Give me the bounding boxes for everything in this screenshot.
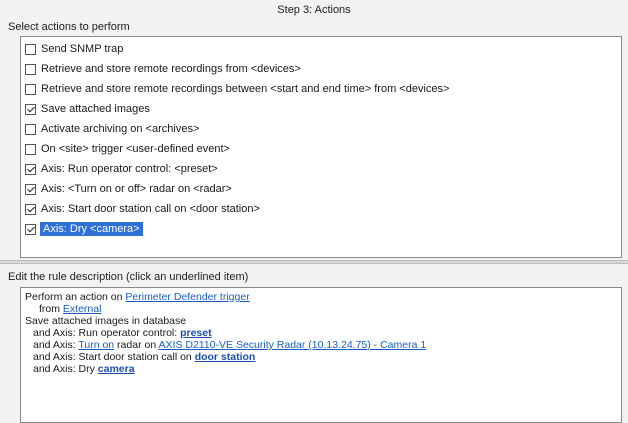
source-link[interactable]: External xyxy=(63,303,102,315)
action-label: On <site> trigger <user-defined event> xyxy=(41,143,230,155)
action-row-site-trigger[interactable]: On <site> trigger <user-defined event> xyxy=(21,139,621,159)
description-line: Perform an action on Perimeter Defender … xyxy=(25,291,617,303)
action-label: Axis: Run operator control: <preset> xyxy=(41,163,218,175)
action-row-send-snmp-trap[interactable]: Send SNMP trap xyxy=(21,39,621,59)
action-row-save-attached-images[interactable]: Save attached images xyxy=(21,99,621,119)
action-checkbox[interactable] xyxy=(25,103,36,115)
action-label: Axis: <Turn on or off> radar on <radar> xyxy=(41,183,232,195)
action-row-axis-radar[interactable]: Axis: <Turn on or off> radar on <radar> xyxy=(21,179,621,199)
action-checkbox[interactable] xyxy=(25,43,36,55)
actions-panel: Step 3: Actions Select actions to perfor… xyxy=(0,0,628,260)
rule-description-box: Perform an action on Perimeter Defender … xyxy=(20,287,622,423)
radar-link[interactable]: AXIS D2110-VE Security Radar (10.13.24.7… xyxy=(159,339,427,351)
turn-on-link[interactable]: Turn on xyxy=(78,339,114,351)
action-row-axis-operator-control[interactable]: Axis: Run operator control: <preset> xyxy=(21,159,621,179)
action-label: Send SNMP trap xyxy=(41,43,124,55)
description-text: and Axis: xyxy=(33,339,79,351)
description-text: and Axis: Dry xyxy=(33,363,98,375)
action-checkbox[interactable] xyxy=(25,183,36,195)
action-checkbox[interactable] xyxy=(25,63,36,75)
action-row-axis-dry-camera[interactable]: Axis: Dry <camera> xyxy=(21,219,621,239)
action-checkbox[interactable] xyxy=(25,203,36,215)
trigger-link[interactable]: Perimeter Defender trigger xyxy=(125,291,249,303)
action-label: Retrieve and store remote recordings bet… xyxy=(41,83,450,95)
step-title: Step 3: Actions xyxy=(277,4,351,16)
action-checkbox[interactable] xyxy=(25,163,36,175)
action-checkbox[interactable] xyxy=(25,223,36,235)
description-line: and Axis: Start door station call on doo… xyxy=(25,351,617,363)
action-label: Axis: Start door station call on <door s… xyxy=(41,203,260,215)
description-line: Save attached images in database xyxy=(25,315,617,327)
select-actions-label: Select actions to perform xyxy=(8,21,130,33)
description-text: from xyxy=(39,303,63,315)
door-station-link[interactable]: door station xyxy=(195,351,256,363)
action-checkbox[interactable] xyxy=(25,83,36,95)
actions-list[interactable]: Send SNMP trap Retrieve and store remote… xyxy=(20,36,622,258)
action-checkbox[interactable] xyxy=(25,143,36,155)
edit-rule-description-label: Edit the rule description (click an unde… xyxy=(8,271,249,283)
action-row-retrieve-recordings-between[interactable]: Retrieve and store remote recordings bet… xyxy=(21,79,621,99)
preset-link[interactable]: preset xyxy=(180,327,212,339)
description-text: and Axis: Start door station call on xyxy=(33,351,195,363)
action-row-activate-archiving[interactable]: Activate archiving on <archives> xyxy=(21,119,621,139)
description-text: and Axis: Run operator control: xyxy=(33,327,181,339)
description-text: Save attached images in database xyxy=(25,315,187,327)
action-label: Activate archiving on <archives> xyxy=(41,123,200,135)
camera-link[interactable]: camera xyxy=(98,363,135,375)
description-text: Perform an action on xyxy=(25,291,126,303)
action-label: Axis: Dry <camera> xyxy=(39,221,144,237)
description-line: from External xyxy=(25,303,617,315)
description-line: and Axis: Run operator control: preset xyxy=(25,327,617,339)
rule-description-panel: Edit the rule description (click an unde… xyxy=(0,264,628,423)
description-text: radar on xyxy=(114,339,159,351)
action-label: Save attached images xyxy=(41,103,150,115)
description-line: and Axis: Turn on radar on AXIS D2110-VE… xyxy=(25,339,617,351)
description-line: and Axis: Dry camera xyxy=(25,363,617,375)
action-label: Retrieve and store remote recordings fro… xyxy=(41,63,301,75)
action-row-axis-door-station[interactable]: Axis: Start door station call on <door s… xyxy=(21,199,621,219)
action-checkbox[interactable] xyxy=(25,123,36,135)
action-row-retrieve-recordings[interactable]: Retrieve and store remote recordings fro… xyxy=(21,59,621,79)
